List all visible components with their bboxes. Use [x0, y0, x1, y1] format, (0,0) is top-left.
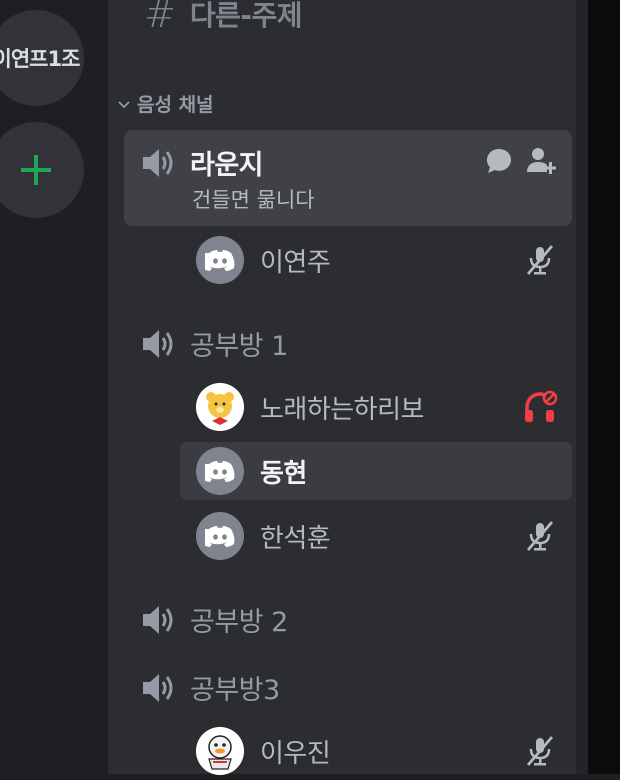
- voice-channel-status: 건들면 묾니다: [192, 188, 315, 212]
- discord-logo-icon: [205, 461, 235, 482]
- member-name: 동현: [260, 458, 307, 489]
- duck-avatar-icon: [196, 727, 244, 775]
- main-content-edge: [588, 0, 620, 774]
- voice-channel-study-room-3[interactable]: 공부방3: [140, 668, 280, 707]
- discord-logo-icon: [205, 250, 235, 271]
- avatar: [196, 383, 244, 431]
- voice-member[interactable]: 한석훈: [180, 507, 572, 565]
- member-name: 이우진: [260, 738, 331, 769]
- category-label: 음성 채널: [137, 94, 214, 116]
- speaker-icon: [143, 673, 173, 702]
- plus-icon: [21, 155, 51, 185]
- server-name: 이연프1조: [0, 47, 80, 71]
- mic-muted-icon: [526, 521, 554, 551]
- avatar: [196, 727, 244, 775]
- mic-muted-icon: [526, 736, 554, 766]
- member-name: 이연주: [260, 247, 331, 278]
- member-name: 한석훈: [260, 523, 331, 554]
- speaker-icon: [143, 329, 173, 358]
- avatar: [196, 236, 244, 284]
- voice-channel-name: 공부방 2: [190, 607, 288, 638]
- add-server-button[interactable]: [0, 122, 84, 218]
- headphones-deafened-icon: [525, 390, 558, 422]
- voice-channel-name: 라운지: [190, 150, 264, 181]
- voice-channel-study-room-2[interactable]: 공부방 2: [140, 600, 288, 639]
- avatar: [196, 447, 244, 495]
- chevron-down-icon: [118, 100, 130, 108]
- bear-avatar-icon: [196, 383, 244, 431]
- invite-user-icon[interactable]: [526, 146, 558, 176]
- avatar: [196, 512, 244, 560]
- voice-channel-study-room-1[interactable]: 공부방 1: [140, 324, 288, 363]
- discord-logo-icon: [205, 526, 235, 547]
- mic-muted-icon: [526, 245, 554, 275]
- voice-channel-name: 공부방 1: [190, 331, 288, 362]
- voice-member[interactable]: 이우진: [180, 722, 572, 780]
- hash-icon: #: [144, 0, 176, 36]
- voice-channel-lounge[interactable]: 라운지: [140, 143, 264, 182]
- speaker-icon: [143, 605, 173, 634]
- channel-name: 다른-주제: [189, 0, 303, 32]
- voice-channel-actions: [484, 146, 558, 176]
- text-channel-other-topics[interactable]: # 다른-주제: [144, 0, 303, 36]
- scrollbar-track[interactable]: [576, 0, 588, 774]
- category-voice-channels[interactable]: 음성 채널: [117, 90, 214, 117]
- voice-member[interactable]: 노래하는하리보: [180, 378, 572, 436]
- server-rail: 이연프1조: [0, 0, 108, 774]
- voice-member[interactable]: 이연주: [180, 231, 572, 289]
- voice-channel-name: 공부방3: [190, 675, 280, 706]
- chat-bubble-icon[interactable]: [484, 146, 514, 176]
- server-icon-study-group[interactable]: 이연프1조: [0, 10, 84, 106]
- member-name: 노래하는하리보: [260, 394, 424, 425]
- voice-member[interactable]: 동현: [180, 442, 572, 500]
- speaker-icon: [143, 148, 173, 177]
